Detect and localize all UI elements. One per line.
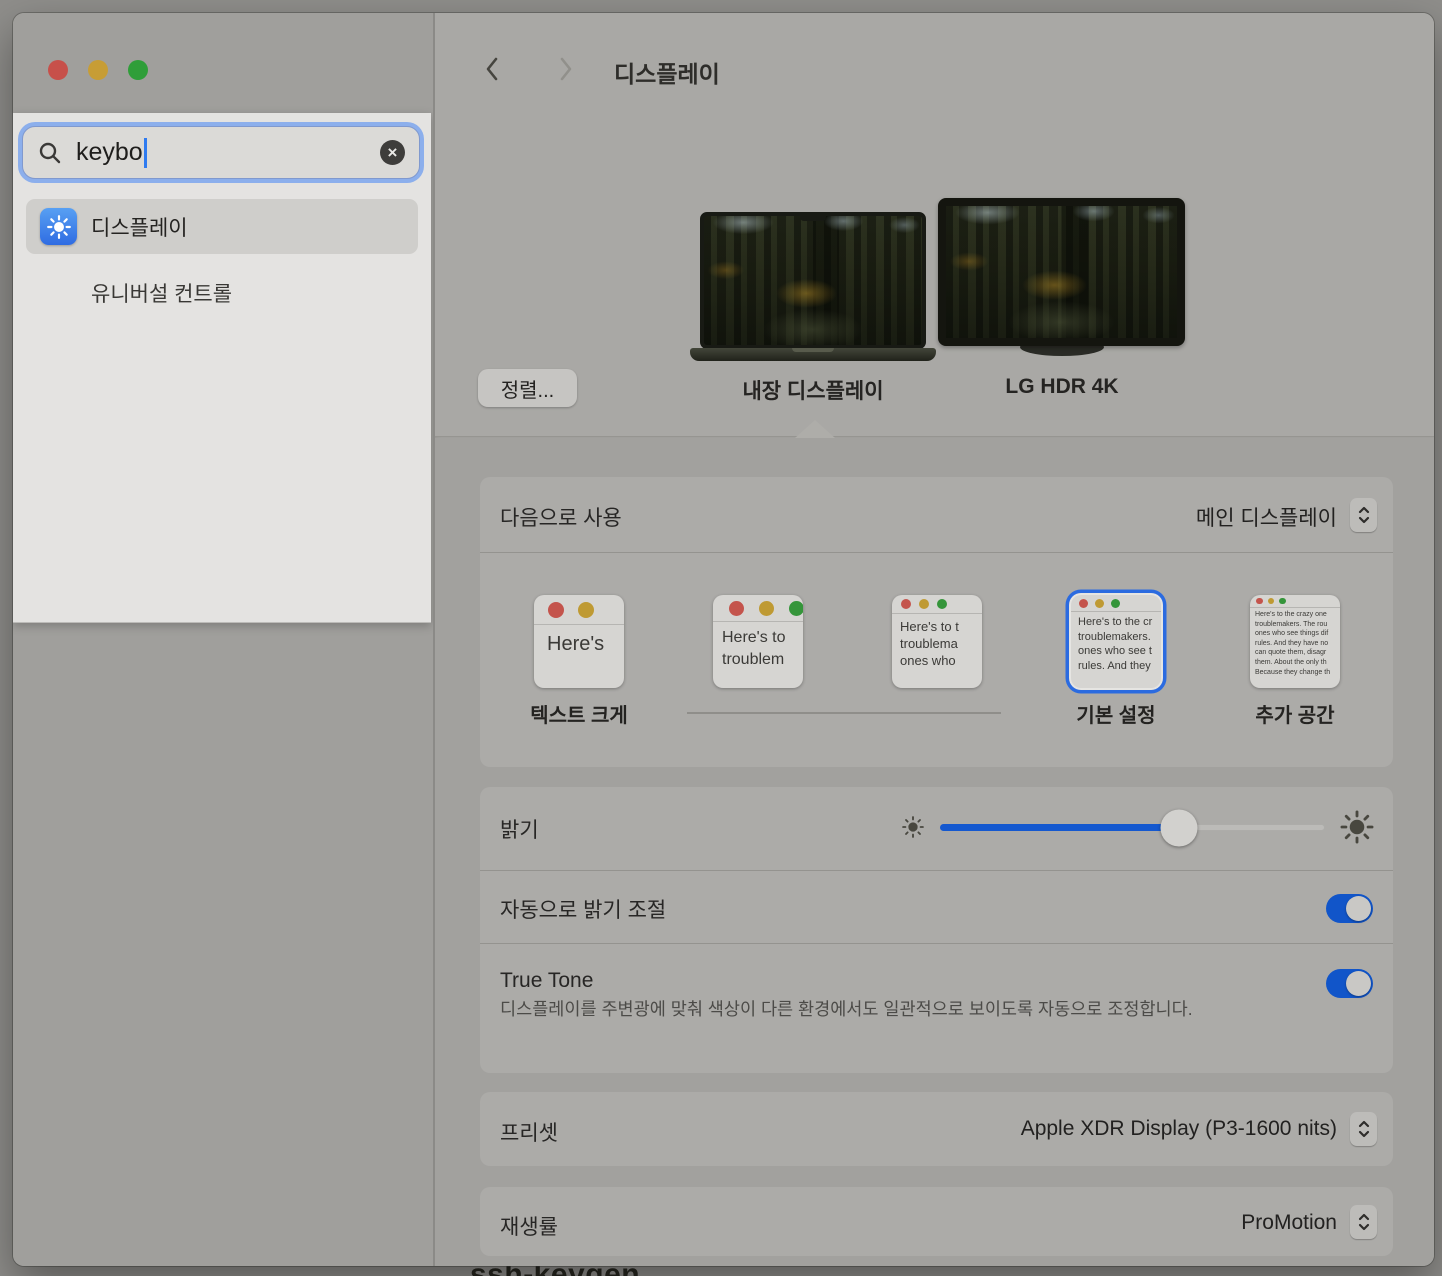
mini-window-titlebar [892,595,982,614]
brightness-high-icon [1338,808,1376,851]
mini-window-titlebar [1071,595,1161,612]
refresh-rate-dropdown[interactable] [1350,1205,1377,1239]
external-display-label: LG HDR 4K [1005,375,1118,399]
use-as-scaling-card: 다음으로 사용 메인 디스플레이 Here's [480,477,1393,767]
brightness-card: 밝기 [480,787,1393,1073]
mini-window-titlebar [534,595,624,625]
scaling-option-default[interactable]: Here's to the cr troublemakers. ones who… [1071,595,1161,688]
preset-label: 프리셋 [500,1117,558,1147]
scaling-option-more-space[interactable]: Here's to the crazy one troublemakers. T… [1250,595,1340,688]
search-query-text: keybo [76,138,143,167]
use-as-dropdown[interactable] [1350,498,1377,532]
mini-window-text: Here's [534,625,624,657]
mini-window-titlebar [1250,595,1340,608]
clear-search-icon[interactable]: × [380,140,405,165]
scaling-label-default: 기본 설정 [1076,699,1155,728]
builtin-display-label: 내장 디스플레이 [742,375,883,405]
auto-brightness-toggle[interactable] [1326,894,1373,923]
arrange-button[interactable]: 정렬... [478,369,577,407]
system-settings-window: keybo × 디스플레이 유니버설 컨트롤 [13,13,1434,1266]
scaling-options-line [687,712,1001,714]
mini-window-text: Here's to t troublema ones who [892,614,982,669]
search-input[interactable]: keybo × [22,126,420,179]
refresh-rate-card: 재생률 ProMotion [480,1187,1393,1256]
use-as-value: 메인 디스플레이 [1196,502,1337,532]
forward-button[interactable] [550,54,580,84]
builtin-display-thumbnail[interactable] [700,212,926,349]
scaling-option-larger-text[interactable]: Here's [534,595,624,688]
sidebar: keybo × 디스플레이 유니버설 컨트롤 [13,13,433,1266]
row-separator [480,943,1393,944]
sidebar-item-label: 유니버설 컨트롤 [91,278,232,308]
true-tone-label: True Tone [500,969,593,993]
scaling-label-more-space: 추가 공간 [1255,699,1334,728]
scaling-label-larger-text: 텍스트 크게 [530,699,628,728]
zoom-button[interactable] [128,60,148,80]
display-settings-icon [40,208,77,245]
scaling-option-2[interactable]: Here's to troublem [713,595,803,688]
display-arrangement-area: 디스플레이 내장 디스플레이 LG HDR 4K 정렬... [435,13,1434,437]
laptop-notch [800,215,826,221]
brightness-low-icon [899,813,927,846]
mini-window-text: Here's to the crazy one troublemakers. T… [1250,608,1340,677]
minimize-button[interactable] [88,60,108,80]
sidebar-item-displays[interactable]: 디스플레이 [26,199,418,254]
preset-value: Apple XDR Display (P3-1600 nits) [1021,1117,1337,1141]
mini-window-text: Here's to troublem [713,622,803,671]
mini-window-titlebar [713,595,803,622]
refresh-rate-value: ProMotion [1241,1211,1337,1235]
preset-card: 프리셋 Apple XDR Display (P3-1600 nits) [480,1092,1393,1166]
brightness-slider[interactable] [940,824,1325,831]
display-settings-area: 다음으로 사용 메인 디스플레이 Here's [435,438,1434,1266]
preset-dropdown[interactable] [1350,1112,1377,1146]
true-tone-toggle[interactable] [1326,969,1373,998]
back-button[interactable] [478,54,508,84]
search-results-panel: keybo × 디스플레이 유니버설 컨트롤 [13,113,431,623]
sidebar-item-label: 디스플레이 [91,212,188,242]
main-panel: 디스플레이 내장 디스플레이 LG HDR 4K 정렬... 다음으로 사용 메… [435,13,1434,1266]
page-title: 디스플레이 [614,55,720,89]
auto-brightness-label: 자동으로 밝기 조절 [500,894,666,924]
row-separator [480,552,1393,553]
brightness-label: 밝기 [500,814,539,844]
row-separator [480,870,1393,871]
true-tone-description: 디스플레이를 주변광에 맞춰 색상이 다른 환경에서도 일관적으로 보이도록 자… [500,995,1240,1023]
laptop-base [690,348,936,361]
close-button[interactable] [48,60,68,80]
mini-window-text: Here's to the cr troublemakers. ones who… [1071,612,1161,673]
use-as-label: 다음으로 사용 [500,502,622,532]
traffic-lights [48,60,148,80]
search-icon [37,140,63,166]
brightness-fill [940,824,1179,831]
brightness-knob[interactable] [1160,809,1197,846]
external-display-thumbnail[interactable] [938,198,1185,346]
refresh-rate-label: 재생률 [500,1211,558,1241]
sidebar-item-universal-control[interactable]: 유니버설 컨트롤 [26,265,418,320]
scaling-option-3[interactable]: Here's to t troublema ones who [892,595,982,688]
text-cursor [144,138,147,168]
